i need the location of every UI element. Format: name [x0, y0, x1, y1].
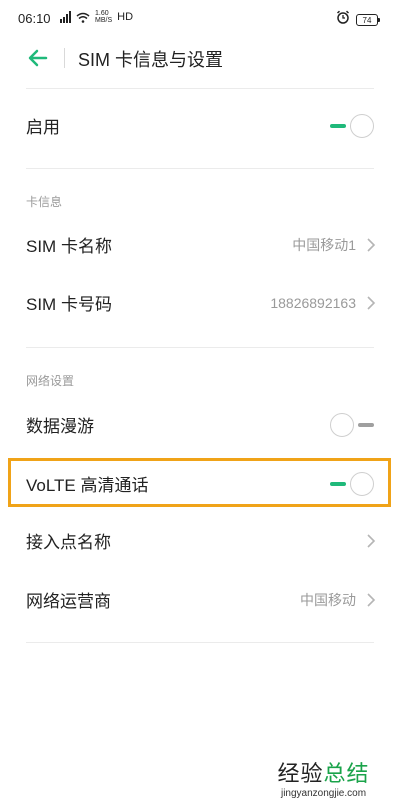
back-button[interactable] [26, 46, 50, 70]
sim-name-label: SIM 卡名称 [26, 237, 112, 256]
chevron-right-icon [366, 237, 376, 253]
divider [26, 168, 374, 169]
header-divider [26, 88, 374, 89]
sim-name-value: 中国移动1 [292, 236, 356, 253]
status-bar: 06:10 1.60 MB/S HD 74 [0, 0, 400, 38]
hd-label: HD [117, 11, 134, 23]
back-arrow-icon [28, 49, 48, 67]
network-speed: 1.60 MB/S [95, 10, 112, 24]
sim-number-row[interactable]: SIM 卡号码 18826892163 [26, 290, 376, 315]
alarm-icon [336, 10, 350, 29]
carrier-row[interactable]: 网络运营商 中国移动 [26, 587, 376, 612]
apn-row[interactable]: 接入点名称 [26, 528, 376, 553]
watermark: 经验总结 jingyanzongjie.com [261, 756, 386, 799]
battery-icon: 74 [356, 13, 380, 26]
sim-number-value: 18826892163 [270, 294, 356, 311]
watermark-url: jingyanzongjie.com [280, 788, 367, 799]
data-roaming-toggle[interactable] [330, 412, 374, 437]
watermark-logo: 经验总结 [261, 756, 386, 788]
volte-highlight-box [8, 458, 391, 507]
divider [26, 642, 374, 643]
enable-row[interactable]: 启用 [26, 113, 376, 138]
chevron-right-icon [366, 592, 376, 608]
speed-value: 1.60 [95, 10, 109, 17]
title-divider [64, 48, 65, 68]
carrier-label: 网络运营商 [26, 592, 111, 611]
apn-label: 接入点名称 [26, 533, 111, 552]
chevron-right-icon [366, 295, 376, 311]
status-time: 06:10 [18, 11, 51, 26]
data-roaming-label: 数据漫游 [26, 417, 94, 436]
carrier-value: 中国移动 [300, 591, 356, 608]
watermark-text-1: 经验 [277, 761, 324, 786]
wifi-icon [76, 12, 90, 23]
network-section-title: 网络设置 [26, 374, 75, 388]
divider [26, 347, 374, 348]
data-roaming-row[interactable]: 数据漫游 [26, 412, 376, 437]
sim-name-row[interactable]: SIM 卡名称 中国移动1 [26, 232, 376, 257]
title-bar: SIM 卡信息与设置 [0, 38, 400, 78]
status-icons-left: 1.60 MB/S HD [60, 10, 133, 24]
card-info-section-title: 卡信息 [26, 195, 63, 209]
status-icons-right: 74 [336, 10, 380, 29]
enable-label: 启用 [26, 118, 60, 137]
signal-icon [60, 11, 71, 23]
speed-unit: MB/S [95, 17, 113, 24]
sim-settings-screen: 06:10 1.60 MB/S HD 74 SIM 卡信息与设置 启用 卡信息 … [0, 0, 400, 805]
page-title: SIM 卡信息与设置 [78, 50, 224, 70]
watermark-text-2: 总结 [323, 761, 370, 786]
chevron-right-icon [366, 533, 376, 549]
enable-toggle[interactable] [330, 113, 374, 138]
sim-number-label: SIM 卡号码 [26, 295, 112, 314]
